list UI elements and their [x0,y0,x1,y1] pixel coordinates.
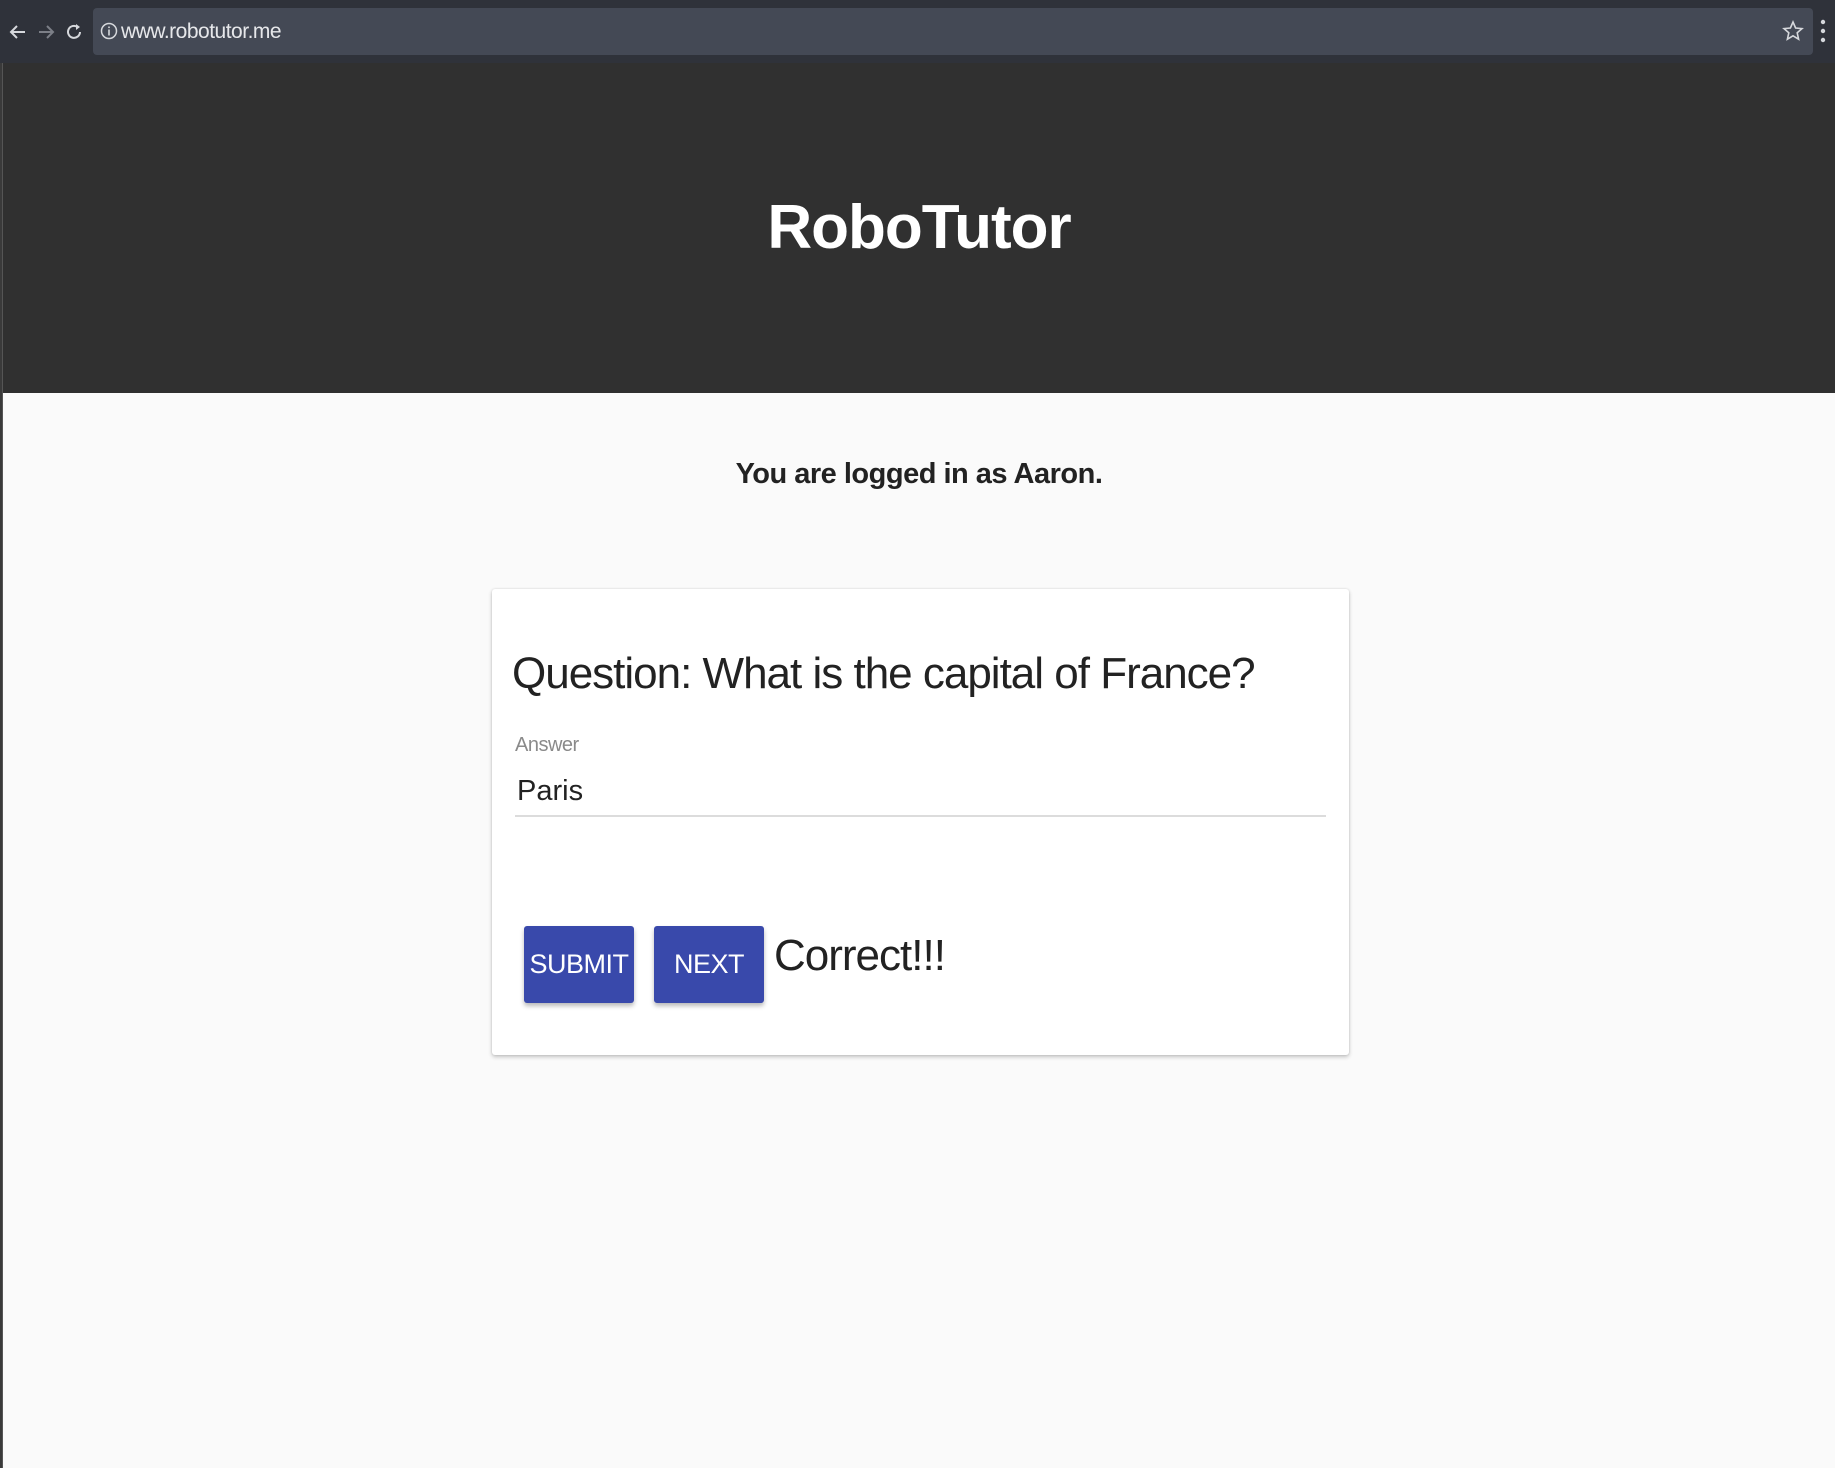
app-header: RoboTutor [3,63,1835,393]
reload-icon[interactable] [60,16,88,48]
answer-label: Answer [515,734,579,756]
info-icon[interactable] [100,22,118,40]
answer-input[interactable] [515,767,1326,817]
forward-arrow-icon[interactable] [32,16,60,48]
result-message: Correct!!! [774,931,946,980]
browser-toolbar: www.robotutor.me [0,0,1835,63]
next-button[interactable]: NEXT [654,926,764,1003]
page-content: RoboTutor You are logged in as Aaron. Qu… [2,63,1835,1468]
login-status-text: You are logged in as Aaron. [735,458,1103,490]
submit-button[interactable]: SUBMIT [524,926,634,1003]
vertical-dots-icon[interactable] [1818,18,1828,46]
quiz-card: Question: What is the capital of France?… [492,589,1349,1055]
question-text: Question: What is the capital of France? [512,649,1256,698]
url-text[interactable]: www.robotutor.me [121,8,282,55]
app-title: RoboTutor [767,193,1071,262]
back-arrow-icon[interactable] [4,16,32,48]
star-icon[interactable] [1781,19,1805,43]
address-bar[interactable]: www.robotutor.me [93,8,1813,55]
